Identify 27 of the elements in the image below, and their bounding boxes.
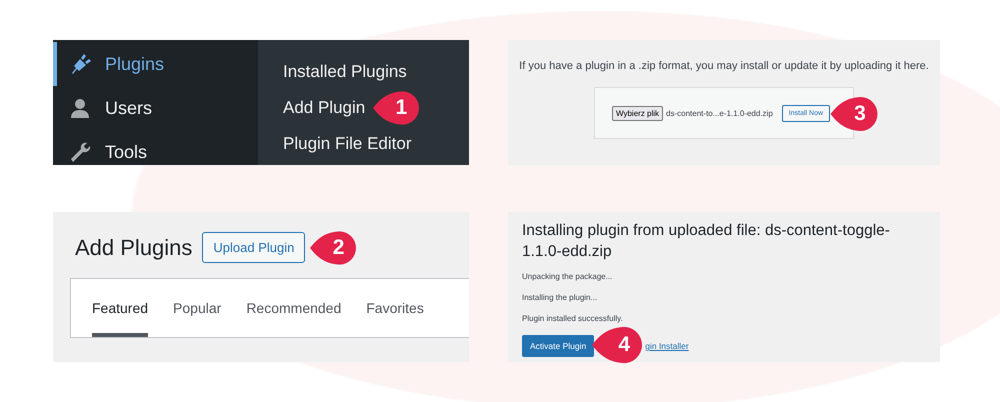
- install-heading: Installing plugin from uploaded file: ds-content-toggle-1.1.0-edd.zip: [522, 221, 891, 262]
- activate-plugin-button[interactable]: Activate Plugin: [522, 335, 594, 357]
- submenu-item[interactable]: Installed Plugins: [283, 62, 407, 82]
- wrench-icon: [69, 141, 91, 163]
- choose-file-button[interactable]: Wybierz plik: [612, 106, 664, 120]
- tab[interactable]: Favorites: [366, 279, 424, 337]
- sidebar-item[interactable]: Tools: [53, 130, 258, 165]
- upload-plugin-button[interactable]: Upload Plugin: [202, 232, 306, 263]
- submenu-item[interactable]: Add Plugin: [283, 98, 366, 118]
- page-title: Add Plugins: [75, 234, 192, 260]
- user-icon: [69, 97, 91, 119]
- sidebar-item[interactable]: Users: [53, 86, 258, 130]
- step-marker: 3: [830, 96, 878, 130]
- step-marker: 2: [310, 231, 356, 265]
- step-marker: 1: [373, 91, 420, 125]
- status-message: Plugin installed successfully.: [522, 314, 624, 323]
- upload-description: If you have a plugin in a .zip format, you may install or update it by uploading it here.: [519, 60, 929, 72]
- file-name: ds-content-to...e-1.1.0-edd.zip: [666, 108, 773, 118]
- tab[interactable]: Popular: [173, 279, 222, 337]
- tab[interactable]: Recommended: [246, 279, 342, 337]
- installer-link[interactable]: gin Installer: [645, 341, 689, 351]
- plug-icon: [69, 53, 91, 75]
- submenu-item[interactable]: Plugin File Editor: [283, 134, 412, 154]
- tab[interactable]: Featured: [92, 279, 148, 337]
- status-message: Installing the plugin...: [522, 293, 598, 302]
- step-marker: 4: [592, 325, 642, 365]
- status-message: Unpacking the package...: [522, 272, 614, 281]
